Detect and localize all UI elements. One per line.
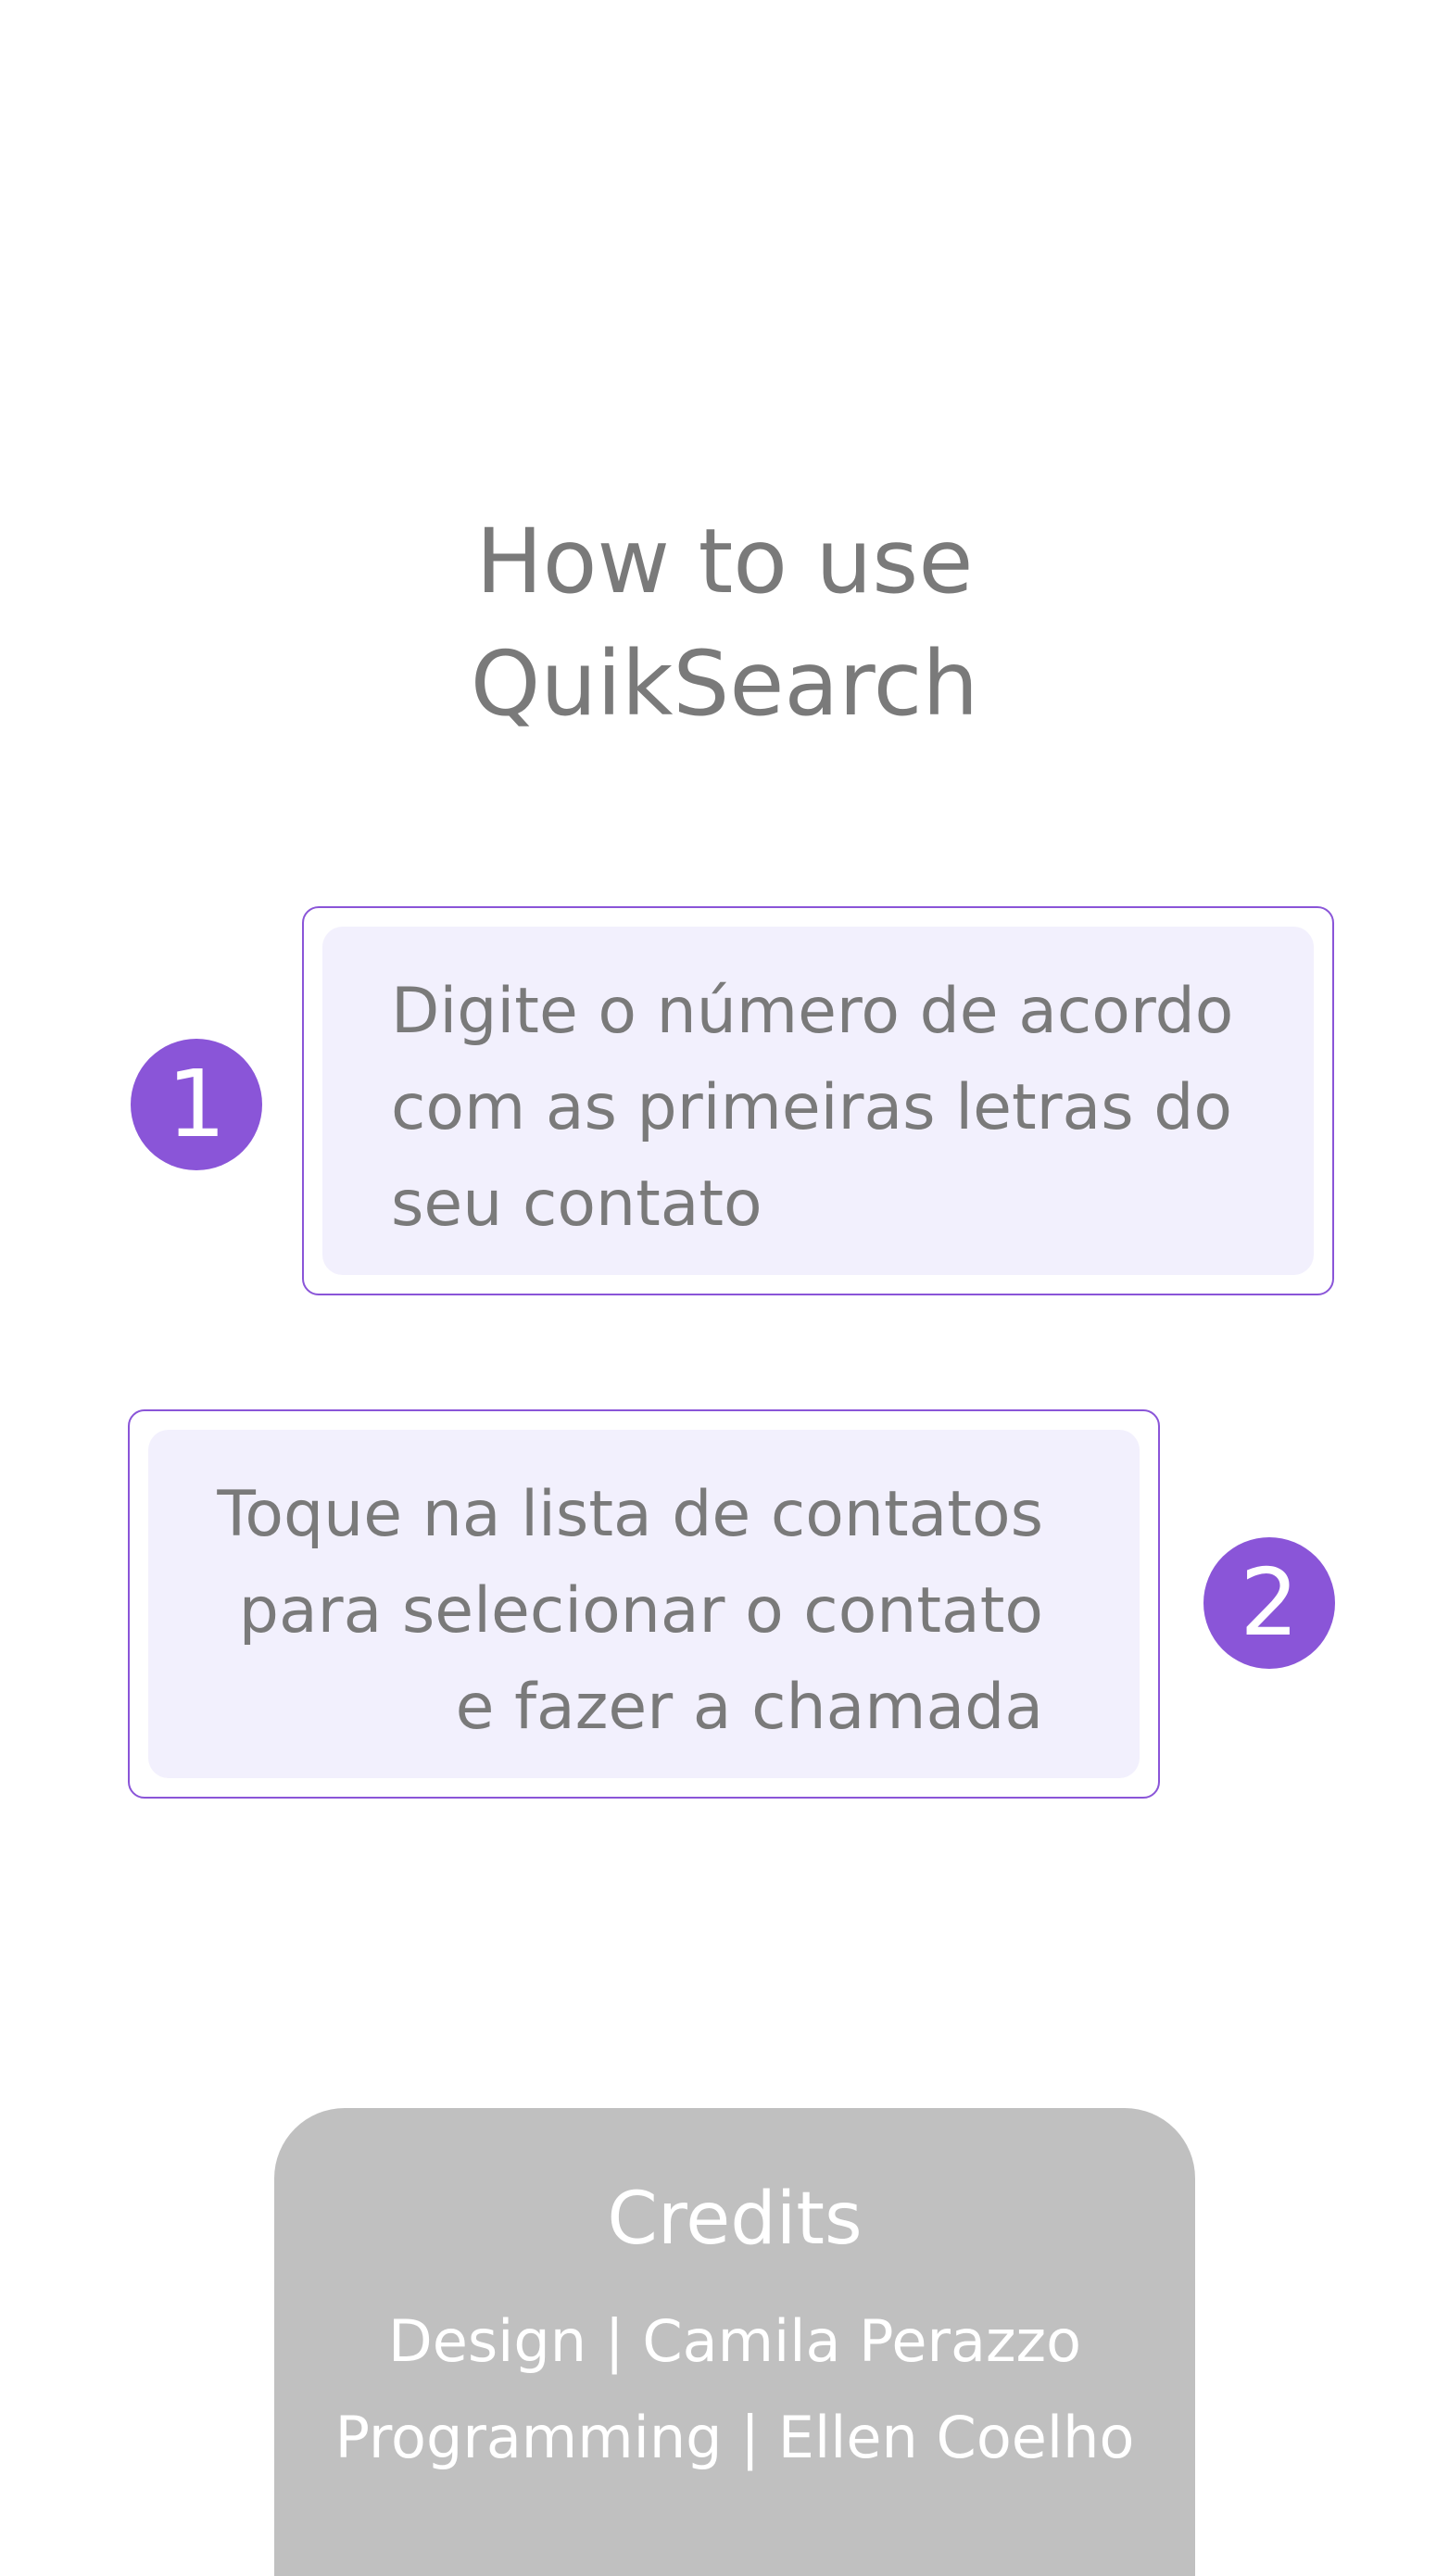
step-1-card-inner: Digite o número de acordo com as primeir… bbox=[322, 927, 1314, 1275]
step-1-text: Digite o número de acordo com as primeir… bbox=[391, 964, 1233, 1253]
step-2-card: Toque na lista de contatos para selecion… bbox=[128, 1409, 1160, 1799]
step-2-text-line-1: Toque na lista de contatos bbox=[217, 1478, 1043, 1551]
step-1-text-line-3: seu contato bbox=[391, 1168, 762, 1241]
credits-programming: Programming | Ellen Coelho bbox=[334, 2404, 1135, 2471]
step-2-card-inner: Toque na lista de contatos para selecion… bbox=[148, 1430, 1140, 1778]
credits-design: Design | Camila Perazzo bbox=[387, 2307, 1082, 2375]
credits-title: Credits bbox=[607, 2178, 863, 2261]
step-1-text-line-2: com as primeiras letras do bbox=[391, 1071, 1233, 1144]
credits-list: Design | Camila Perazzo Programming | El… bbox=[274, 2293, 1195, 2486]
page-title-line-2: QuikSearch bbox=[470, 632, 979, 736]
step-2-badge: 2 bbox=[1203, 1537, 1335, 1669]
step-2-text-line-3: e fazer a chamada bbox=[455, 1671, 1043, 1744]
step-2-text: Toque na lista de contatos para selecion… bbox=[217, 1467, 1043, 1756]
credits-panel: Credits Design | Camila Perazzo Programm… bbox=[274, 2108, 1195, 2576]
page-title-line-1: How to use bbox=[475, 510, 974, 613]
page-title: How to use QuikSearch bbox=[0, 500, 1449, 745]
step-2-text-line-2: para selecionar o contato bbox=[238, 1574, 1043, 1648]
step-1-card: Digite o número de acordo com as primeir… bbox=[302, 906, 1334, 1295]
step-1-badge: 1 bbox=[131, 1039, 262, 1170]
step-1-text-line-1: Digite o número de acordo bbox=[391, 975, 1234, 1048]
